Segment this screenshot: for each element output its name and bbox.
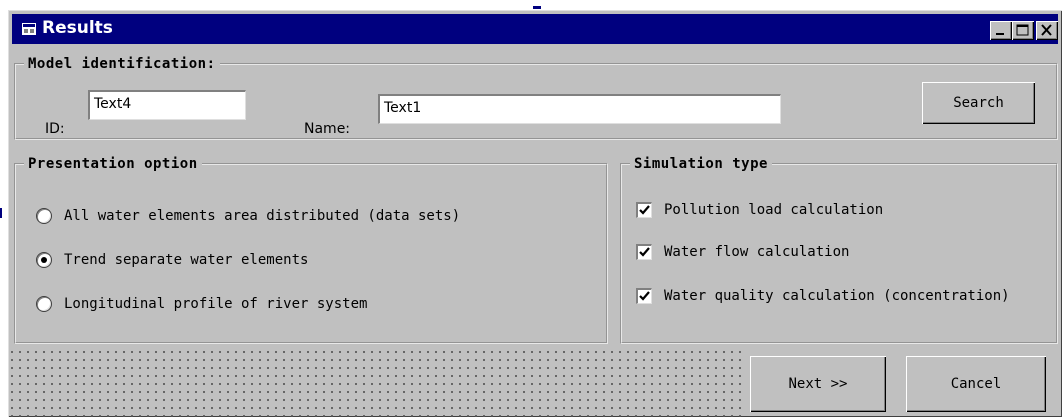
maximize-button[interactable]	[1012, 21, 1034, 40]
checkbox-water-quality[interactable]	[636, 288, 652, 304]
checkbox-label-water-flow[interactable]: Water flow calculation	[664, 244, 849, 260]
id-label: ID:	[45, 121, 65, 137]
id-field[interactable]: Text4	[88, 90, 246, 120]
checkmark-icon	[639, 247, 650, 257]
window-title: Results	[42, 18, 113, 38]
search-button[interactable]: Search	[922, 82, 1035, 124]
checkbox-water-flow[interactable]	[636, 244, 652, 260]
minimize-button[interactable]	[990, 21, 1012, 40]
title-bar[interactable]: Results	[12, 14, 1058, 44]
cancel-button[interactable]: Cancel	[906, 356, 1046, 412]
radio-longitudinal-profile[interactable]	[36, 296, 52, 312]
presentation-option-legend: Presentation option	[28, 156, 198, 172]
maximize-icon	[1016, 24, 1029, 36]
checkbox-pollution-load[interactable]	[636, 202, 652, 218]
radio-label-longitudinal-profile[interactable]: Longitudinal profile of river system	[64, 296, 367, 312]
checkbox-label-water-quality[interactable]: Water quality calculation (concentration…	[664, 288, 1010, 304]
radio-all-water-elements[interactable]	[36, 208, 52, 224]
next-button[interactable]: Next >>	[750, 356, 886, 412]
checkbox-label-pollution-load[interactable]: Pollution load calculation	[664, 202, 883, 218]
name-label: Name:	[304, 121, 351, 137]
checkmark-icon	[639, 205, 650, 215]
radio-label-all-water-elements[interactable]: All water elements area distributed (dat…	[64, 208, 460, 224]
results-window: Results Model identification: ID: Text4 …	[8, 10, 1062, 417]
close-button[interactable]	[1036, 21, 1058, 40]
radio-label-trend-separate[interactable]: Trend separate water elements	[64, 252, 308, 268]
left-edge-mark	[0, 208, 2, 218]
design-grid	[8, 348, 743, 417]
model-identification-legend: Model identification:	[28, 56, 216, 72]
minimize-icon	[996, 33, 1004, 35]
window-icon	[22, 23, 36, 35]
checkmark-icon	[639, 291, 650, 301]
simulation-type-legend: Simulation type	[634, 156, 768, 172]
top-edge-mark	[533, 6, 541, 9]
radio-selected-dot	[41, 257, 47, 263]
name-field[interactable]: Text1	[378, 94, 781, 124]
presentation-option-group: Presentation option	[14, 156, 608, 344]
close-icon	[1041, 24, 1052, 36]
radio-trend-separate[interactable]	[36, 252, 52, 268]
